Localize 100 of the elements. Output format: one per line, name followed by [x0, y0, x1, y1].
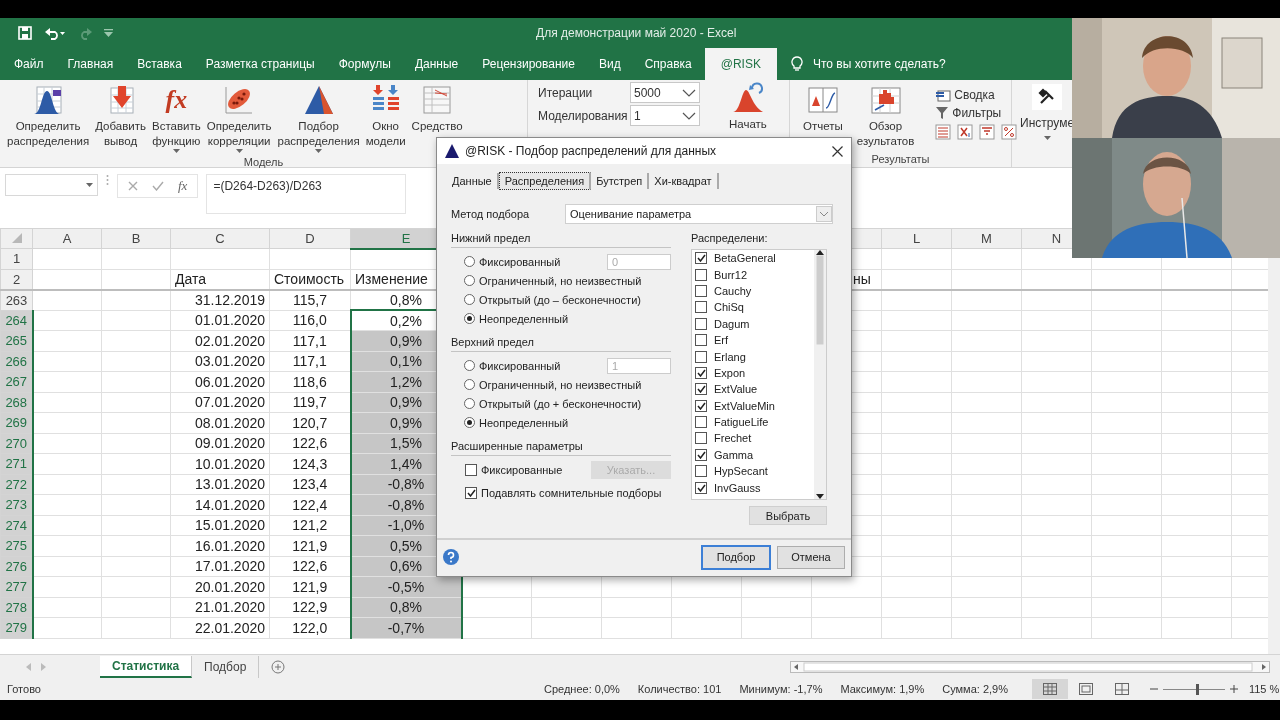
list-item[interactable]: FatigueLife [695, 413, 814, 431]
checkbox-option[interactable]: Фиксированные [465, 460, 563, 479]
row-header[interactable]: 274 [0, 515, 33, 536]
checkbox[interactable] [695, 399, 707, 412]
radio-button[interactable] [464, 275, 475, 286]
ribbon-button[interactable]: Отчеты [800, 84, 846, 134]
list-item[interactable]: InvGauss [695, 479, 814, 496]
list-item[interactable]: ChiSq [695, 299, 814, 316]
ribbon-button[interactable]: Средство [408, 84, 466, 134]
list-item[interactable]: ExtValueMin [695, 397, 814, 414]
ribbon-button[interactable]: fx Вставить функцию [148, 84, 204, 156]
list-item[interactable]: HypSecant [695, 463, 814, 480]
radio-option[interactable]: Фиксированный [464, 356, 561, 375]
row-header[interactable]: 270 [0, 433, 33, 454]
radio-button[interactable] [464, 313, 475, 324]
row-header[interactable]: 268 [0, 392, 33, 413]
dialog-tab[interactable]: Хи-квадрат [649, 173, 719, 189]
dialog-button[interactable]: Подбор [701, 544, 771, 570]
checkbox[interactable] [695, 465, 707, 478]
scroll-thumb[interactable] [816, 255, 824, 345]
radio-option[interactable]: Ограниченный, но неизвестный [464, 375, 642, 394]
radio-option[interactable]: Ограниченный, но неизвестный [464, 271, 642, 290]
ribbon-button[interactable]: Определить корреляции [203, 84, 275, 156]
variable-icon[interactable] [957, 124, 974, 140]
ribbon-tab[interactable]: Рецензирование [471, 48, 586, 80]
row-header[interactable]: 1 [0, 248, 33, 269]
row-header[interactable]: 272 [0, 474, 33, 495]
lightbulb-icon[interactable] [790, 56, 803, 72]
radio-option[interactable]: Открытый (до + бесконечности) [464, 394, 642, 413]
checkbox[interactable] [695, 366, 707, 379]
checkbox[interactable] [695, 252, 707, 265]
percent-icon[interactable] [1001, 124, 1018, 140]
column-header[interactable]: L [912, 231, 921, 246]
ribbon-tab[interactable]: Главная [56, 48, 125, 80]
row-header[interactable]: 277 [0, 576, 33, 597]
ribbon-tab[interactable]: Файл [3, 48, 55, 80]
ribbon-tab[interactable]: Вид [587, 48, 632, 80]
row-header[interactable]: 269 [0, 412, 33, 433]
customize-icon[interactable] [104, 29, 113, 37]
sheet-tab[interactable]: Статистика [100, 655, 193, 678]
slider-thumb[interactable] [1196, 683, 1200, 695]
checkbox[interactable] [695, 284, 707, 297]
checkbox[interactable] [695, 301, 707, 314]
ribbon-tab[interactable]: @RISK [704, 48, 777, 80]
checkbox-option[interactable]: Подавлять сомнительные подборы [465, 483, 662, 502]
column-header[interactable]: D [269, 228, 351, 249]
row-header[interactable]: 275 [0, 535, 33, 556]
dialog-tab[interactable]: Бутстреп [591, 173, 650, 189]
ribbon-button[interactable]: Подбор распределения [274, 84, 363, 156]
ribbon-button[interactable]: Окно модели [362, 84, 409, 149]
dialog-tab[interactable]: Распределения [498, 172, 592, 190]
checkbox[interactable] [695, 448, 707, 461]
ribbon-tab[interactable]: Данные [403, 48, 470, 80]
radio-button[interactable] [464, 417, 475, 428]
column-header[interactable]: N [1051, 231, 1062, 246]
undo-icon[interactable] [44, 26, 66, 40]
scrollbar[interactable] [1268, 258, 1280, 654]
radio-option[interactable]: Неопределенный [464, 309, 569, 328]
list-item[interactable]: Expon [695, 364, 814, 382]
sort-icon[interactable] [979, 124, 996, 140]
row-header[interactable]: 271 [0, 453, 33, 474]
row-header[interactable]: 267 [0, 371, 33, 392]
row-header[interactable]: 273 [0, 494, 33, 515]
list-item[interactable]: Frechet [695, 430, 814, 447]
formula-field[interactable]: =(D264-D263)/D263 [206, 174, 407, 214]
checkbox[interactable] [695, 317, 707, 330]
save-icon[interactable] [18, 26, 32, 40]
list-item[interactable]: Cauchy [695, 282, 814, 300]
column-header[interactable]: C [170, 228, 270, 249]
checkbox[interactable] [465, 486, 477, 499]
row-header[interactable]: 264 [0, 310, 33, 331]
iterations-dropdown[interactable]: 5000 [630, 82, 700, 103]
row-header[interactable]: 279 [0, 617, 33, 638]
select-button[interactable]: Выбрать [749, 506, 827, 525]
radio-option[interactable]: Неопределенный [464, 413, 569, 432]
simulations-dropdown[interactable]: 1 [630, 105, 700, 126]
list-item[interactable]: ExtValue [695, 381, 814, 398]
scroll-down-icon[interactable] [816, 494, 824, 499]
sheet-tab[interactable]: Подбор [192, 655, 260, 678]
radio-option[interactable]: Фиксированный [464, 252, 561, 271]
ribbon-button[interactable]: Обзор езультатов [853, 84, 918, 149]
zoom-in-icon[interactable] [1229, 685, 1238, 693]
dialog-button[interactable]: Отмена [777, 545, 845, 569]
add-sheet-icon[interactable] [271, 659, 286, 674]
list-item[interactable]: Erlang [695, 348, 814, 365]
list-item[interactable]: Erf [695, 331, 814, 349]
ribbon-button[interactable]: Определить распределения [4, 84, 93, 149]
column-header[interactable]: A [32, 228, 102, 249]
method-dropdown[interactable]: Оценивание параметра [565, 204, 833, 224]
row-header[interactable]: 2 [0, 269, 33, 290]
close-icon[interactable] [832, 145, 843, 157]
list-item[interactable]: Gamma [695, 446, 814, 464]
horizontal-scrollbar[interactable] [790, 660, 1270, 673]
radio-option[interactable]: Открытый (до – бесконечности) [464, 290, 641, 309]
checkbox[interactable] [695, 481, 707, 494]
view-button[interactable] [1031, 679, 1068, 699]
checkbox[interactable] [695, 432, 707, 445]
radio-button[interactable] [464, 256, 475, 267]
radio-button[interactable] [464, 294, 475, 305]
list-item[interactable]: Dagum [695, 315, 814, 332]
